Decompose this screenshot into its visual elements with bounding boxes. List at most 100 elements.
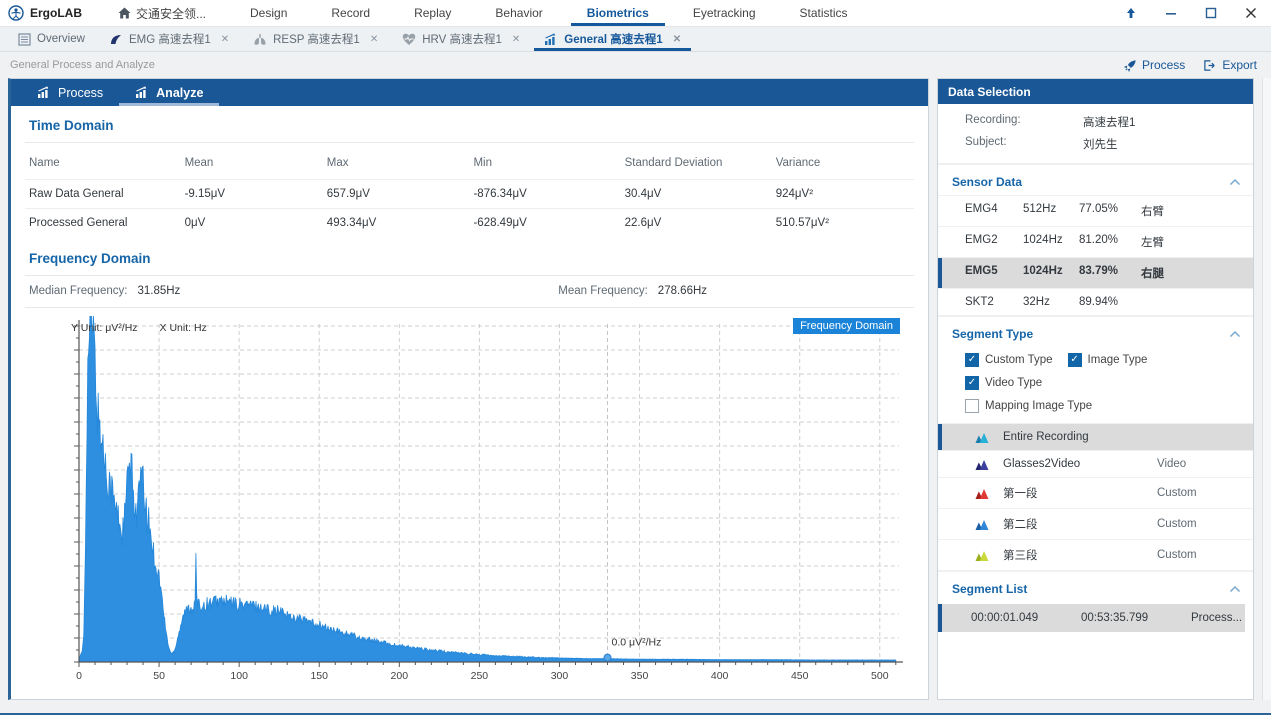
menu-item-replay[interactable]: Replay [392, 0, 473, 26]
checkbox-unchecked-icon[interactable] [965, 399, 979, 413]
doc-tab-label: EMG 高速去程1 [129, 31, 211, 47]
checkbox-checked-icon[interactable]: ✓ [1068, 353, 1082, 367]
menu-item-label: 交通安全领... [136, 5, 206, 22]
sensor-list: EMG4512Hz77.05%右臂EMG21024Hz81.20%左臂EMG51… [938, 195, 1253, 315]
frequency-stats: Median Frequency: 31.85Hz Mean Frequency… [25, 276, 914, 308]
segment-item-0[interactable]: Entire Recording [938, 423, 1253, 450]
segment-list-section-header[interactable]: Segment List [938, 572, 1253, 602]
maximize-button[interactable] [1191, 0, 1231, 27]
close-tab-icon[interactable]: ✕ [370, 34, 378, 45]
x-unit-label: X Unit: Hz [160, 322, 207, 334]
doc-tab-hrv[interactable]: HRV 高速去程1✕ [390, 27, 532, 51]
checkbox-checked-icon[interactable]: ✓ [965, 376, 979, 390]
checkbox-mapping-image-type[interactable]: Mapping Image Type [965, 399, 1238, 413]
sensor-row-skt2[interactable]: SKT232Hz89.94% [938, 288, 1253, 315]
panel-tab-analyze[interactable]: Analyze [119, 79, 219, 106]
sensor-row-emg2[interactable]: EMG21024Hz81.20%左臂 [938, 226, 1253, 257]
checkbox-image-type[interactable]: ✓Image Type [1068, 353, 1148, 367]
sensor-name: SKT2 [965, 296, 1023, 308]
menu-item-behavior[interactable]: Behavior [473, 0, 564, 26]
close-tab-icon[interactable]: ✕ [221, 34, 229, 45]
doc-tab-emg[interactable]: EMG 高速去程1 ✕ [97, 27, 241, 51]
table-cell: -876.34μV [469, 180, 620, 209]
overview-icon [18, 33, 31, 46]
doc-tab-resp[interactable]: RESP 高速去程1✕ [241, 27, 390, 51]
checkbox-custom-type[interactable]: ✓Custom Type [965, 353, 1053, 367]
sensor-rate: 1024Hz [1023, 234, 1079, 250]
sensor-quality: 81.20% [1079, 234, 1141, 250]
checkbox-video-type[interactable]: ✓Video Type [965, 376, 1042, 390]
chevron-up-icon[interactable] [1229, 330, 1241, 338]
x-axis-tick-label: 500 [871, 670, 889, 682]
menu-item-label: Design [250, 6, 287, 20]
segment-label: Entire Recording [1003, 431, 1089, 443]
menu-item-[interactable]: 交通安全领... [96, 0, 228, 26]
chart-unit-labels: Y Unit: μV²/Hz X Unit: Hz [71, 322, 207, 334]
spectrum-plot[interactable]: 0501001502002503003504004505000.0 μV²/Hz [33, 316, 918, 688]
chart-icon [37, 86, 51, 99]
up-arrow-icon [1125, 7, 1137, 19]
menu-item-record[interactable]: Record [309, 0, 392, 26]
segment-time-row[interactable]: 00:00:01.04900:53:35.799Process... [938, 604, 1245, 632]
menu-item-label: Replay [414, 6, 451, 20]
segment-type-title: Segment Type [952, 327, 1033, 341]
segment-item-1[interactable]: Glasses2VideoVideo [938, 450, 1253, 477]
median-frequency-value: 31.85Hz [137, 285, 180, 297]
segment-icon [975, 458, 989, 471]
segment-item-4[interactable]: 第三段Custom [938, 539, 1253, 570]
data-selection-header: Data Selection [938, 79, 1253, 104]
segment-list-title: Segment List [952, 582, 1027, 596]
chevron-up-icon[interactable] [1229, 585, 1241, 593]
minimize-icon [1165, 7, 1177, 19]
sensor-row-emg5[interactable]: EMG51024Hz83.79%右腿 [938, 257, 1253, 288]
menu-item-statistics[interactable]: Statistics [778, 0, 870, 26]
menu-item-label: Statistics [800, 6, 848, 20]
table-cell: 30.4μV [621, 180, 772, 209]
menu-item-eyetracking[interactable]: Eyetracking [671, 0, 778, 26]
frequency-domain-chart[interactable]: 0501001502002503003504004505000.0 μV²/Hz… [33, 316, 918, 699]
close-button[interactable] [1231, 0, 1271, 27]
app-logo: ErgoLAB [0, 0, 96, 26]
sensor-location: 左臂 [1141, 234, 1253, 250]
doc-tab-overview[interactable]: Overview [6, 27, 97, 51]
value-annotation: 0.0 μV²/Hz [612, 637, 662, 649]
close-tab-icon[interactable]: ✕ [673, 34, 681, 45]
doc-tab-label: Overview [37, 33, 85, 45]
table-column-header: Max [323, 147, 470, 180]
vertical-scrollbar[interactable] [1262, 78, 1271, 700]
checkbox-checked-icon[interactable]: ✓ [965, 353, 979, 367]
menu-item-label: Biometrics [587, 6, 649, 20]
segment-item-2[interactable]: 第一段Custom [938, 477, 1253, 508]
pin-up-button[interactable] [1111, 0, 1151, 27]
sensor-row-emg4[interactable]: EMG4512Hz77.05%右臂 [938, 195, 1253, 226]
x-axis-tick-label: 100 [230, 670, 248, 682]
table-cell: 924μV² [772, 180, 914, 209]
process-analyze-tabs: ProcessAnalyze [11, 79, 928, 106]
close-tab-icon[interactable]: ✕ [512, 34, 520, 45]
doc-tab-general[interactable]: General 高速去程1✕ [532, 27, 693, 51]
process-button[interactable]: Process [1124, 58, 1185, 72]
breadcrumb-row: General Process and Analyze Process Expo… [0, 52, 1271, 78]
x-axis-tick-label: 350 [631, 670, 649, 682]
menu-item-biometrics[interactable]: Biometrics [565, 0, 671, 26]
table-row: Processed General0μV493.34μV-628.49μV22.… [25, 209, 914, 238]
minimize-button[interactable] [1151, 0, 1191, 27]
segment-start-time: 00:00:01.049 [971, 612, 1081, 624]
median-frequency-label: Median Frequency: [29, 285, 127, 297]
table-column-header: Mean [181, 147, 323, 180]
close-icon [1245, 7, 1257, 19]
sensor-data-section-header[interactable]: Sensor Data [938, 165, 1253, 195]
frequency-domain-title: Frequency Domain [25, 239, 914, 276]
panel-tab-process[interactable]: Process [21, 79, 119, 106]
chevron-up-icon[interactable] [1229, 178, 1241, 186]
segment-type: Video [1157, 458, 1186, 470]
segment-end-time: 00:53:35.799 [1081, 612, 1191, 624]
export-button[interactable]: Export [1203, 58, 1257, 72]
menu-item-design[interactable]: Design [228, 0, 309, 26]
table-cell: 22.6μV [621, 209, 772, 238]
segment-type-section-header[interactable]: Segment Type [938, 317, 1253, 347]
x-axis-tick-label: 400 [711, 670, 729, 682]
segment-time-list: 00:00:01.04900:53:35.799Process... [938, 602, 1253, 632]
segment-item-3[interactable]: 第二段Custom [938, 508, 1253, 539]
menu-item-label: Record [331, 6, 370, 20]
